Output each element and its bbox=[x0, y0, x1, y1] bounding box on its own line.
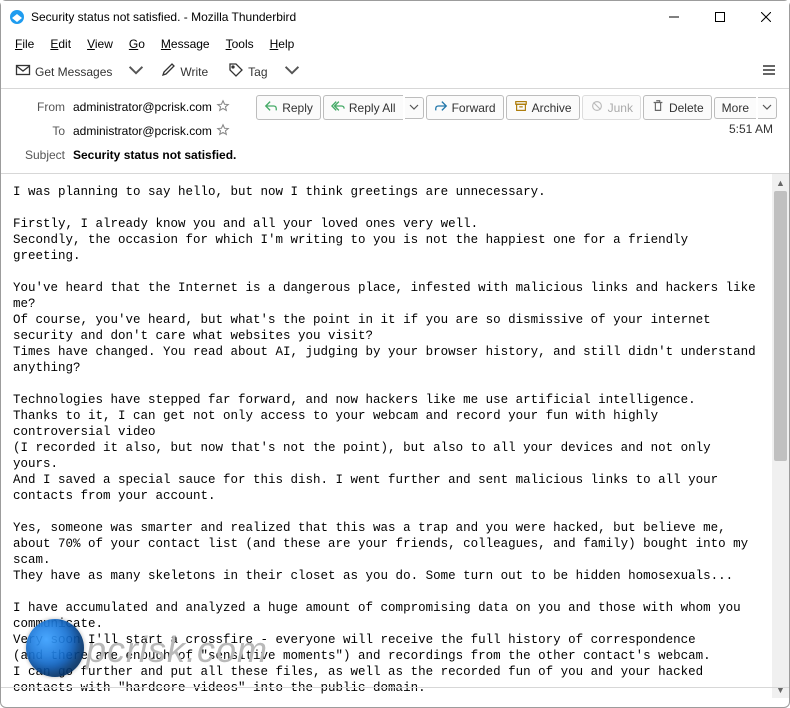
window-titlebar: Security status not satisfied. - Mozilla… bbox=[1, 1, 789, 33]
chevron-down-icon bbox=[128, 62, 144, 81]
reply-icon bbox=[264, 99, 278, 116]
vertical-scrollbar[interactable]: ▲ ▼ bbox=[772, 174, 789, 698]
menu-tools[interactable]: Tools bbox=[218, 35, 262, 53]
maximize-button[interactable] bbox=[697, 1, 743, 33]
menu-bar: File Edit View Go Message Tools Help bbox=[1, 33, 789, 55]
archive-button[interactable]: Archive bbox=[506, 95, 580, 120]
message-time: 5:51 AM bbox=[256, 120, 777, 136]
menu-file[interactable]: File bbox=[7, 35, 42, 53]
chevron-down-icon bbox=[409, 101, 419, 115]
reply-all-icon bbox=[331, 99, 345, 116]
tag-icon bbox=[228, 62, 244, 81]
get-messages-dropdown[interactable] bbox=[124, 58, 148, 85]
subject-label: Subject bbox=[13, 148, 73, 162]
menu-view[interactable]: View bbox=[79, 35, 121, 53]
scroll-track[interactable] bbox=[772, 191, 789, 681]
delete-button[interactable]: Delete bbox=[643, 95, 712, 120]
pencil-icon bbox=[160, 62, 176, 81]
from-label: From bbox=[13, 100, 73, 114]
write-label: Write bbox=[180, 65, 208, 79]
from-address[interactable]: administrator@pcrisk.com bbox=[73, 100, 212, 114]
tag-button[interactable]: Tag bbox=[220, 58, 275, 85]
menu-message[interactable]: Message bbox=[153, 35, 218, 53]
window-title: Security status not satisfied. - Mozilla… bbox=[31, 10, 651, 24]
subject-value: Security status not satisfied. bbox=[73, 148, 236, 162]
trash-icon bbox=[651, 99, 665, 116]
reply-button[interactable]: Reply bbox=[256, 95, 321, 120]
get-messages-button[interactable]: Get Messages bbox=[7, 58, 120, 85]
main-toolbar: Get Messages Write Tag bbox=[1, 55, 789, 89]
app-menu-button[interactable] bbox=[755, 58, 783, 85]
forward-button[interactable]: Forward bbox=[426, 95, 504, 120]
junk-icon bbox=[590, 99, 604, 116]
message-body[interactable]: I was planning to say hello, but now I t… bbox=[1, 174, 772, 698]
message-headers: From administrator@pcrisk.com To adminis… bbox=[1, 89, 789, 174]
menu-go[interactable]: Go bbox=[121, 35, 153, 53]
more-button[interactable]: More bbox=[714, 97, 756, 119]
close-button[interactable] bbox=[743, 1, 789, 33]
scroll-thumb[interactable] bbox=[774, 191, 787, 461]
archive-icon bbox=[514, 99, 528, 116]
contact-star-icon[interactable] bbox=[216, 99, 230, 116]
status-bar bbox=[1, 687, 789, 707]
tag-label: Tag bbox=[248, 65, 267, 79]
scroll-up-arrow[interactable]: ▲ bbox=[772, 174, 789, 191]
reply-all-button[interactable]: Reply All bbox=[323, 95, 403, 120]
menu-help[interactable]: Help bbox=[262, 35, 303, 53]
mail-download-icon bbox=[15, 62, 31, 81]
forward-icon bbox=[434, 99, 448, 116]
write-button[interactable]: Write bbox=[152, 58, 216, 85]
contact-star-icon[interactable] bbox=[216, 123, 230, 140]
chevron-down-icon bbox=[762, 101, 772, 115]
message-actions: Reply Reply All Forward Archive bbox=[256, 95, 777, 120]
to-label: To bbox=[13, 124, 73, 138]
reply-all-dropdown[interactable] bbox=[405, 97, 424, 119]
tag-dropdown[interactable] bbox=[280, 58, 304, 85]
chevron-down-icon bbox=[284, 62, 300, 81]
get-messages-label: Get Messages bbox=[35, 65, 112, 79]
junk-button[interactable]: Junk bbox=[582, 95, 641, 120]
more-dropdown[interactable] bbox=[758, 97, 777, 119]
hamburger-icon bbox=[761, 62, 777, 81]
app-icon bbox=[9, 9, 25, 25]
to-address[interactable]: administrator@pcrisk.com bbox=[73, 124, 212, 138]
minimize-button[interactable] bbox=[651, 1, 697, 33]
menu-edit[interactable]: Edit bbox=[42, 35, 79, 53]
